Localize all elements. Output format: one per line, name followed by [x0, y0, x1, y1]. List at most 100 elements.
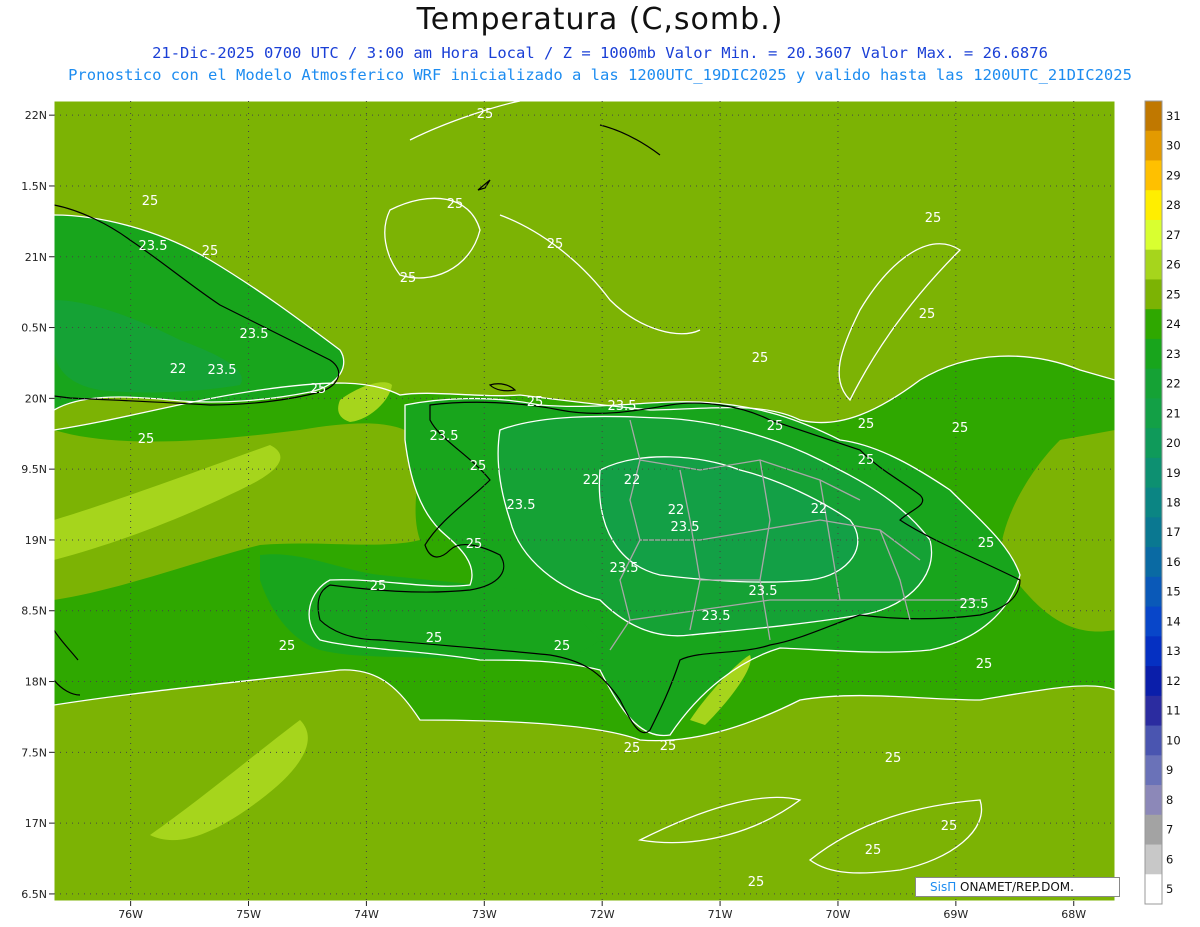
colorbar-swatch — [1145, 814, 1162, 846]
lat-label: 6.5N — [21, 888, 47, 901]
contour-label: 25 — [310, 382, 327, 397]
contour-label: 25 — [202, 244, 219, 259]
colorbar-label: 28 — [1166, 198, 1181, 212]
colorbar-swatch — [1145, 695, 1162, 727]
contour-label: 23.5 — [139, 239, 168, 254]
lat-label: 17N — [25, 817, 47, 830]
contour-label: 25 — [527, 395, 544, 410]
colorbar-swatch — [1145, 368, 1162, 399]
colorbar-label: 6 — [1166, 852, 1173, 866]
colorbar-label: 29 — [1166, 168, 1181, 182]
contour-label: 25 — [138, 432, 155, 447]
lat-label: 18N — [25, 676, 47, 689]
contour-label: 25 — [978, 536, 995, 551]
colorbar-label: 23 — [1166, 347, 1181, 361]
contour-label: 23.5 — [507, 498, 536, 513]
colorbar-swatch — [1145, 101, 1162, 132]
colorbar-swatch — [1145, 785, 1162, 816]
colorbar-label: 22 — [1166, 377, 1181, 391]
contour-label: 25 — [400, 271, 417, 286]
lon-label: 76W — [118, 908, 143, 921]
contour-label: 25 — [547, 237, 564, 252]
contour-label: 25 — [919, 307, 936, 322]
contour-label: 25 — [370, 579, 387, 594]
lat-label: 7.5N — [21, 746, 47, 759]
colorbar-label: 14 — [1166, 614, 1181, 628]
credit-text: ONAMET/REP.DOM. — [956, 880, 1074, 894]
lat-label: 22N — [25, 109, 47, 122]
contour-label: 23.5 — [610, 561, 639, 576]
contour-label: 23.5 — [960, 597, 989, 612]
contour-label: 25 — [660, 739, 677, 754]
colorbar-swatch — [1145, 844, 1162, 875]
contour-label: 25 — [426, 631, 443, 646]
contour-label: 23.5 — [671, 520, 700, 535]
colorbar-label: 5 — [1166, 882, 1173, 896]
colorbar-label: 31 — [1166, 109, 1181, 123]
contour-label: 25 — [858, 453, 875, 468]
colorbar-swatch — [1145, 576, 1162, 608]
lon-label: 68W — [1061, 908, 1086, 921]
colorbar-swatch — [1145, 606, 1162, 637]
colorbar-label: 16 — [1166, 555, 1181, 569]
colorbar-label: 24 — [1166, 317, 1181, 331]
contour-label: 25 — [470, 459, 487, 474]
contour-label: 23.5 — [208, 363, 237, 378]
contour-label: 25 — [858, 417, 875, 432]
lat-label: 20N — [25, 392, 47, 405]
contour-label: 25 — [748, 875, 765, 890]
contour-label: 23.5 — [430, 429, 459, 444]
colorbar-swatch — [1145, 160, 1162, 191]
contour-label: 25 — [752, 351, 769, 366]
contour-label: 25 — [624, 741, 641, 756]
contour-label: 25 — [554, 639, 571, 654]
contour-label: 25 — [767, 419, 784, 434]
longitude-labels: 76W 75W 74W 73W 72W 71W 70W 69W 68W — [118, 901, 1086, 921]
contour-label: 22 — [811, 502, 828, 517]
lon-label: 74W — [354, 908, 379, 921]
contour-label: 25 — [952, 421, 969, 436]
contour-label: 23.5 — [749, 584, 778, 599]
lat-label: 9.5N — [21, 463, 47, 476]
colorbar: 31 30 29 28 27 26 25 24 23 22 21 20 19 18 17 16 15 14 13 12… — [1144, 100, 1181, 905]
colorbar-swatch — [1145, 666, 1162, 697]
contour-label: 22 — [583, 473, 600, 488]
temperature-map: 25 25 25 25 25 25 25 25 25 25 25 25 25 25 25 25 25 25 25 25… — [21, 100, 1181, 921]
lon-label: 69W — [943, 908, 968, 921]
colorbar-label: 19 — [1166, 466, 1181, 480]
contour-label: 25 — [885, 751, 902, 766]
contour-label: 25 — [142, 194, 159, 209]
contour-label: 22 — [170, 362, 187, 377]
colorbar-swatch — [1145, 309, 1162, 340]
colorbar-swatch — [1145, 755, 1162, 786]
contour-label: 22 — [624, 473, 641, 488]
contour-label: 25 — [447, 197, 464, 212]
contour-label: 25 — [477, 107, 494, 122]
colorbar-swatch — [1145, 636, 1162, 667]
contour-label: 25 — [279, 639, 296, 654]
contour-label: 23.5 — [608, 399, 637, 414]
lon-label: 72W — [590, 908, 615, 921]
colorbar-swatch — [1145, 457, 1162, 489]
colorbar-label: 30 — [1166, 139, 1181, 153]
contour-label: 25 — [976, 657, 993, 672]
colorbar-swatch — [1145, 279, 1162, 310]
colorbar-label: 7 — [1166, 823, 1173, 837]
colorbar-swatch — [1145, 190, 1162, 221]
colorbar-label: 20 — [1166, 436, 1181, 450]
lon-label: 73W — [472, 908, 497, 921]
lat-label: 1.5N — [21, 180, 47, 193]
contour-label: 25 — [941, 819, 958, 834]
colorbar-swatch — [1145, 428, 1162, 459]
colorbar-swatch — [1145, 338, 1162, 370]
lat-label: 19N — [25, 534, 47, 547]
colorbar-label: 8 — [1166, 793, 1173, 807]
colorbar-swatch — [1145, 874, 1162, 905]
colorbar-swatch — [1145, 547, 1162, 578]
lon-label: 71W — [708, 908, 733, 921]
lat-label: 8.5N — [21, 605, 47, 618]
colorbar-label: 12 — [1166, 674, 1181, 688]
colorbar-swatch — [1145, 398, 1162, 429]
lat-label: 21N — [25, 251, 47, 264]
colorbar-label: 27 — [1166, 228, 1181, 242]
